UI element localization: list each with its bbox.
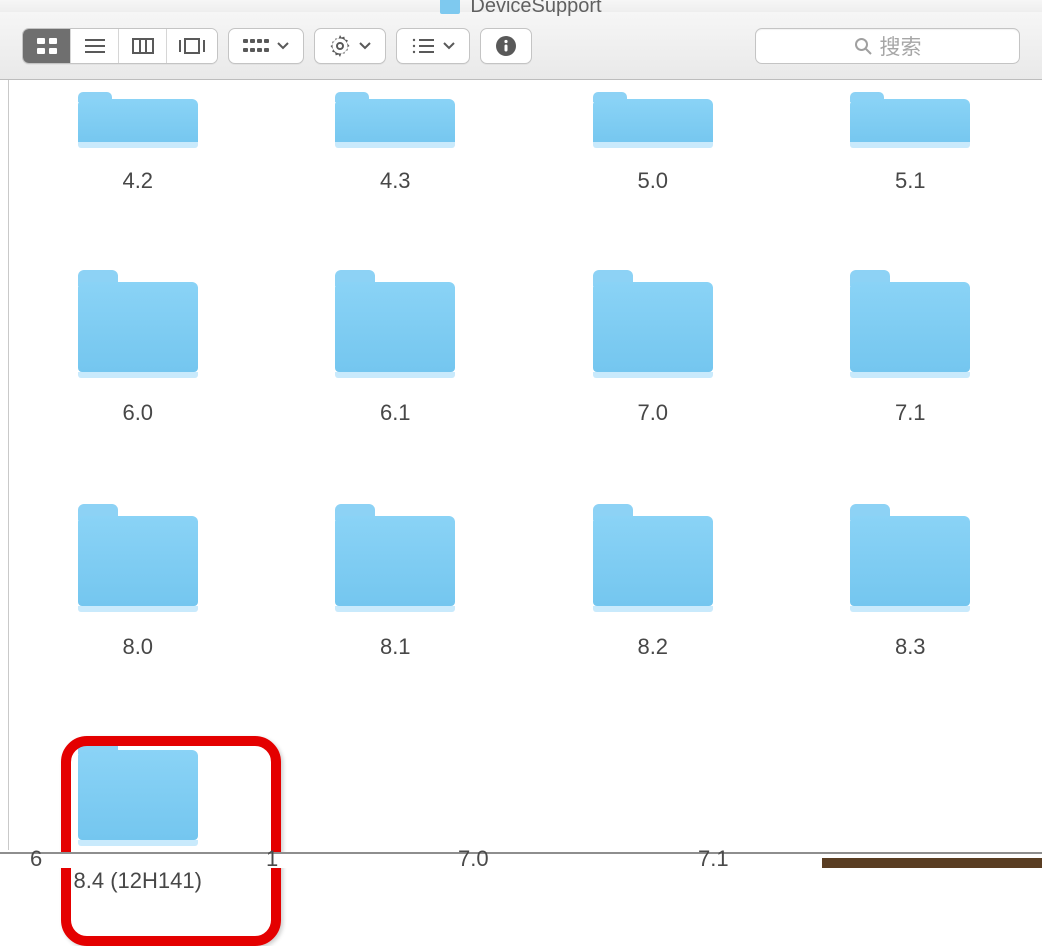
folder-item[interactable]: 8.2 [524,478,782,700]
folder-item[interactable]: 8.4 (12H141) [9,712,267,934]
list-view-button[interactable] [71,29,119,63]
folder-icon [78,738,198,850]
search-placeholder: 搜索 [880,31,922,61]
folder-item[interactable]: 5.1 [782,92,1040,232]
folder-icon [440,0,460,14]
dropdown-list-icon [411,37,435,55]
folder-label: 5.1 [895,168,926,194]
chevron-down-icon [443,42,455,50]
folder-item[interactable]: 8.3 [782,478,1040,700]
folder-label: 8.2 [637,634,668,660]
folder-label: 8.1 [380,634,411,660]
folder-icon [335,504,455,616]
coverflow-view-button[interactable] [167,29,217,63]
toolbar: 搜索 [0,12,1042,80]
window-title: DeviceSupport [470,0,601,18]
folder-row: 8.4 (12H141) [9,700,1039,934]
folder-item[interactable]: 7.0 [524,244,782,466]
list-icon [84,37,106,55]
folder-row: 8.0 8.1 8.2 8.3 [9,466,1039,700]
folder-icon [78,92,198,152]
action-button[interactable] [314,28,386,64]
folder-icon [850,504,970,616]
folder-label: 6.1 [380,400,411,426]
folder-icon [593,270,713,382]
folder-item[interactable]: 8.1 [267,478,525,700]
folder-icon [593,92,713,152]
view-mode-group [22,28,218,64]
search-icon [854,37,872,55]
folder-item[interactable]: 6.1 [267,244,525,466]
folder-icon [593,504,713,616]
icon-view-button[interactable] [23,29,71,63]
info-button[interactable] [480,28,532,64]
arrange-icon [243,37,269,55]
folder-item[interactable]: 4.3 [267,92,525,232]
partial-text: 7.1 [698,846,729,872]
folder-label: 4.3 [380,168,411,194]
columns-icon [132,37,154,55]
folder-icon [78,270,198,382]
folder-item[interactable]: 7.1 [782,244,1040,466]
folder-label: 8.0 [122,634,153,660]
folder-label: 8.3 [895,634,926,660]
folder-icon [850,92,970,152]
coverflow-icon [179,37,205,55]
folder-row: 6.0 6.1 7.0 7.1 [9,232,1039,466]
partial-brown-region [822,858,1042,868]
gear-icon [329,35,351,57]
folder-icon [335,270,455,382]
window-titlebar: DeviceSupport [0,0,1042,12]
folder-label: 6.0 [122,400,153,426]
content-area: 4.2 4.3 5.0 5.1 6.0 6.1 7.0 7.1 [8,80,1042,850]
chevron-down-icon [277,42,289,50]
share-button[interactable] [396,28,470,64]
folder-label: 4.2 [122,168,153,194]
folder-item[interactable]: 8.0 [9,478,267,700]
partial-text: 7.0 [458,846,489,872]
folder-row: 4.2 4.3 5.0 5.1 [9,80,1039,232]
folder-label: 7.1 [895,400,926,426]
search-input[interactable]: 搜索 [755,28,1020,64]
grid-icon [36,37,58,55]
folder-icon [335,92,455,152]
column-view-button[interactable] [119,29,167,63]
folder-item[interactable]: 5.0 [524,92,782,232]
folder-item[interactable]: 4.2 [9,92,267,232]
folder-icon [78,504,198,616]
folder-icon [850,270,970,382]
arrange-button[interactable] [228,28,304,64]
bottom-partial-strip: 6 1 7.0 7.1 [0,852,1042,868]
folder-label: 8.4 (12H141) [74,868,202,894]
folder-label: 5.0 [637,168,668,194]
folder-label: 7.0 [637,400,668,426]
info-icon [495,35,517,57]
partial-text: 6 [30,846,42,872]
folder-item[interactable]: 6.0 [9,244,267,466]
chevron-down-icon [359,42,371,50]
partial-text: 1 [266,846,278,872]
